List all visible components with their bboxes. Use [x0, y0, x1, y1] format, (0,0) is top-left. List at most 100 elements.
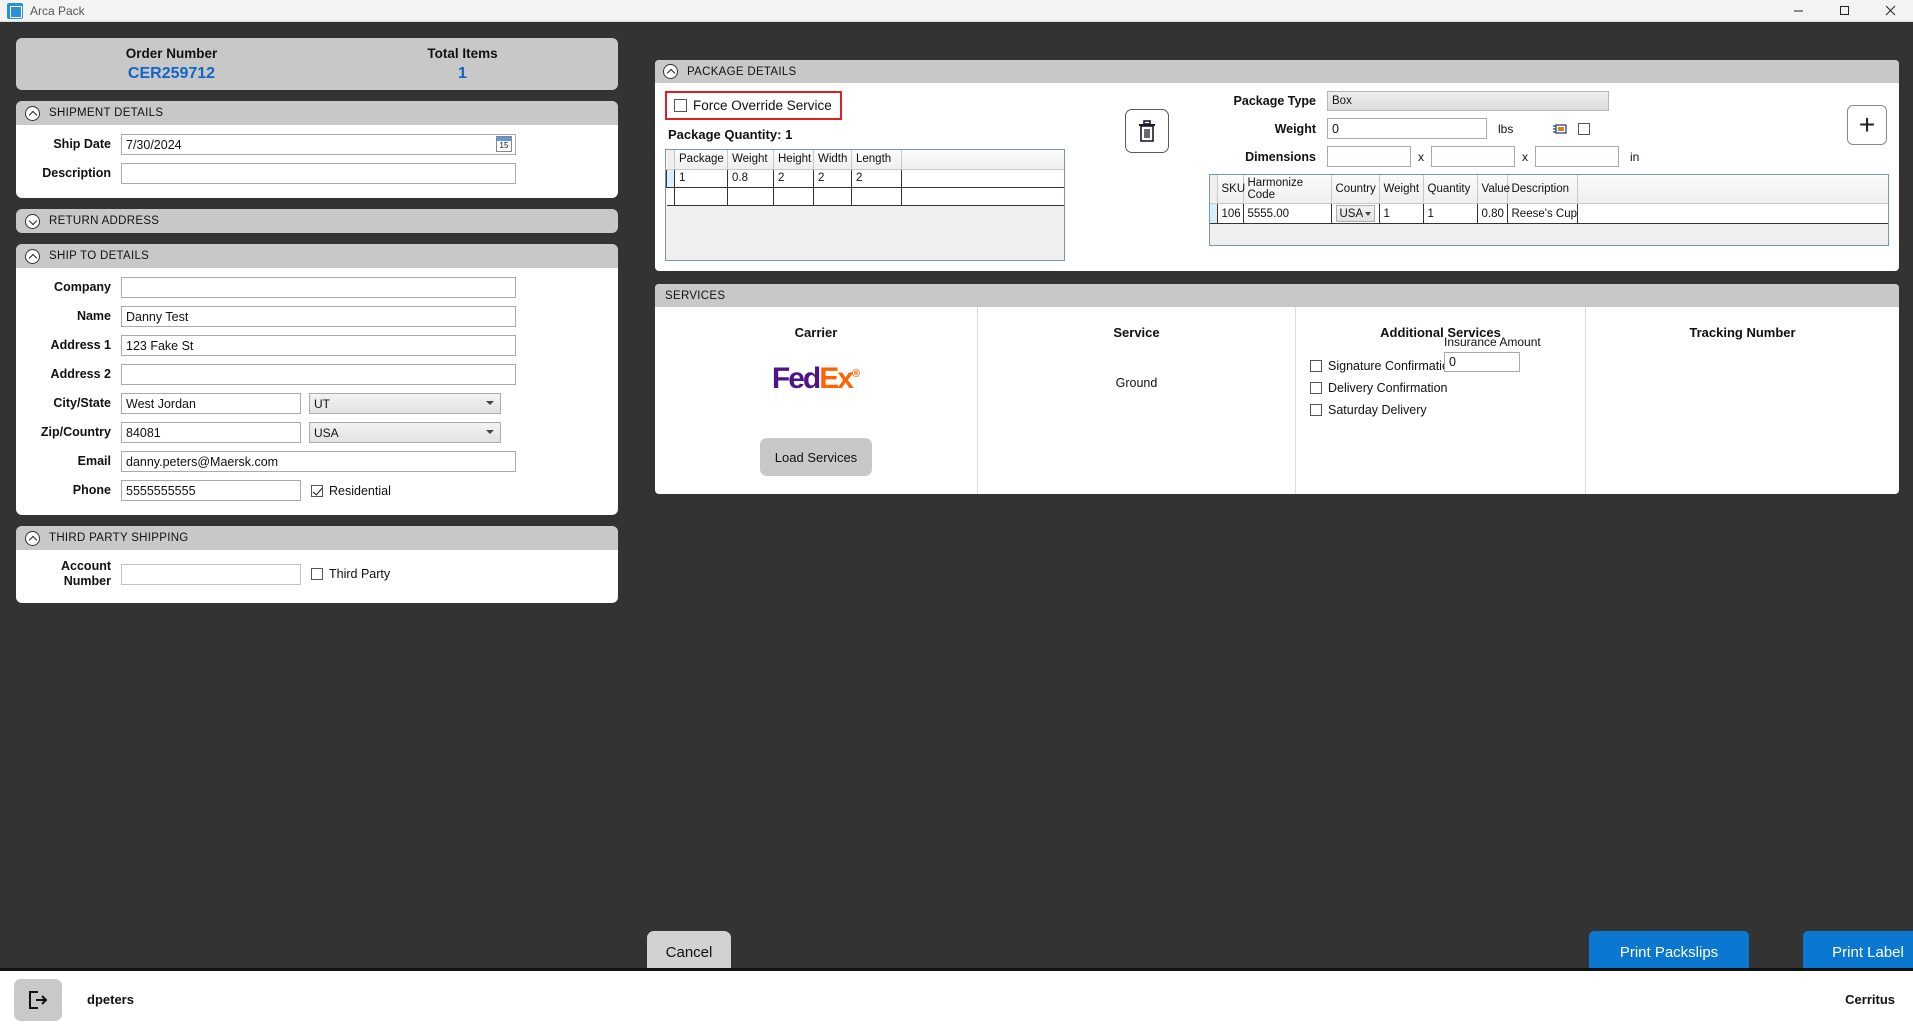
company-input[interactable] — [121, 277, 516, 298]
city-input[interactable]: West Jordan — [121, 393, 301, 414]
name-input[interactable]: Danny Test — [121, 306, 516, 327]
residential-checkbox[interactable] — [311, 484, 323, 497]
current-user-label: dpeters — [87, 992, 134, 1007]
fedex-logo-registered: ® — [851, 368, 861, 380]
email-input[interactable]: danny.peters@Maersk.com — [121, 451, 516, 472]
cell-package-empty[interactable] — [674, 186, 728, 206]
logout-button[interactable] — [14, 978, 62, 1021]
cell-value[interactable]: 0.80 — [1477, 203, 1508, 224]
dimensions-row: Dimensions x x in — [1209, 146, 1889, 167]
cell-height[interactable]: 2 — [773, 168, 814, 188]
cell-weight-empty[interactable] — [727, 186, 774, 206]
country-cell-select[interactable]: USA — [1335, 205, 1375, 222]
return-address-header[interactable]: RETURN ADDRESS — [16, 209, 618, 233]
force-override-service-row[interactable]: Force Override Service — [665, 91, 842, 120]
carrier-header: Carrier — [794, 325, 838, 340]
items-col-harmonize: Harmonize Code — [1243, 175, 1332, 204]
dimensions-separator-2: x — [1522, 149, 1528, 164]
city-state-label: City/State — [53, 396, 111, 410]
signature-confirmation-checkbox[interactable] — [1310, 360, 1322, 372]
row-selector[interactable] — [1210, 203, 1218, 224]
chevron-up-icon[interactable] — [25, 248, 40, 264]
account-number-input[interactable] — [121, 563, 301, 585]
address2-input[interactable] — [121, 364, 516, 385]
items-col-quantity: Quantity — [1423, 175, 1478, 204]
cell-package[interactable]: 1 — [674, 168, 728, 188]
account-number-label: Account Number — [18, 559, 121, 589]
chevron-up-icon[interactable] — [25, 530, 40, 546]
third-party-shipping-header[interactable]: THIRD PARTY SHIPPING — [16, 526, 618, 550]
third-party-checkbox-row[interactable]: Third Party — [311, 567, 390, 581]
weight-input[interactable]: 0 — [1327, 118, 1487, 139]
cell-length[interactable]: 2 — [851, 168, 902, 188]
items-table: SKU Harmonize Code Country Weight Quanti… — [1210, 175, 1888, 224]
saturday-delivery-row[interactable]: Saturday Delivery — [1310, 403, 1585, 417]
saturday-delivery-checkbox[interactable] — [1310, 404, 1322, 416]
description-row: Description — [18, 163, 606, 184]
residential-checkbox-row[interactable]: Residential — [311, 484, 391, 498]
service-column: Service Ground — [977, 307, 1295, 494]
scale-checkbox[interactable] — [1578, 122, 1591, 135]
table-row-empty[interactable] — [666, 186, 1064, 206]
cell-length-empty[interactable] — [851, 186, 902, 206]
chevron-down-icon — [486, 430, 494, 434]
chevron-down-icon[interactable] — [25, 213, 40, 229]
close-button[interactable] — [1867, 0, 1913, 22]
cell-weight[interactable]: 1 — [1379, 203, 1424, 224]
delivery-confirmation-row[interactable]: Delivery Confirmation — [1310, 381, 1585, 395]
zip-country-label: Zip/Country — [40, 425, 111, 439]
description-input[interactable] — [121, 163, 516, 184]
package-details-header[interactable]: PACKAGE DETAILS — [655, 60, 1899, 83]
packages-table-header-row: Package Weight Height Width Length — [666, 150, 1064, 170]
load-services-button[interactable]: Load Services — [760, 438, 872, 476]
cell-height-empty[interactable] — [773, 186, 814, 206]
delivery-confirmation-checkbox[interactable] — [1310, 382, 1322, 394]
service-value[interactable]: Ground — [978, 376, 1295, 390]
dimension-1-input[interactable] — [1327, 146, 1411, 167]
maximize-button[interactable] — [1821, 0, 1867, 22]
cell-sku[interactable]: 106 — [1217, 203, 1244, 224]
brand-label: Cerritus — [1845, 992, 1895, 1007]
shipment-details-header[interactable]: SHIPMENT DETAILS — [16, 101, 618, 125]
table-row[interactable]: 1 0.8 2 2 2 — [666, 168, 1064, 188]
force-override-service-checkbox[interactable] — [674, 99, 687, 112]
cell-description[interactable]: Reese's Cups — [1507, 203, 1578, 224]
description-label: Description — [42, 166, 111, 180]
chevron-up-icon[interactable] — [25, 105, 40, 121]
ship-to-details-header[interactable]: SHIP TO DETAILS — [16, 244, 618, 268]
total-items-cell: Total Items 1 — [317, 44, 608, 84]
state-select[interactable]: UT — [309, 393, 501, 414]
address1-input[interactable]: 123 Fake St — [121, 335, 516, 356]
dimensions-label: Dimensions — [1245, 149, 1316, 164]
minimize-button[interactable] — [1775, 0, 1821, 22]
row-selector[interactable] — [666, 168, 675, 188]
cell-width[interactable]: 2 — [813, 168, 852, 188]
cell-weight[interactable]: 0.8 — [727, 168, 774, 188]
package-type-select[interactable]: Box — [1327, 91, 1609, 111]
third-party-checkbox[interactable] — [311, 568, 323, 580]
add-package-button[interactable]: + — [1847, 105, 1887, 145]
cell-quantity[interactable]: 1 — [1423, 203, 1478, 224]
country-select[interactable]: USA — [309, 422, 501, 443]
delete-package-button[interactable] — [1125, 109, 1169, 153]
phone-input[interactable]: 5555555555 — [121, 480, 301, 501]
chevron-up-icon[interactable] — [663, 64, 678, 79]
zip-country-row: Zip/Country 84081 USA — [18, 422, 606, 443]
cell-country[interactable]: USA — [1331, 203, 1380, 224]
row-selector-empty[interactable] — [666, 186, 675, 206]
dimension-2-input[interactable] — [1431, 146, 1515, 167]
dimension-3-input[interactable] — [1535, 146, 1619, 167]
cell-harmonize-code[interactable]: 5555.00 — [1243, 203, 1332, 224]
insurance-amount-input[interactable]: 0 — [1444, 352, 1520, 372]
delivery-confirmation-label: Delivery Confirmation — [1328, 381, 1448, 395]
load-services-label: Load Services — [774, 449, 858, 465]
zip-input[interactable]: 84081 — [121, 422, 301, 443]
packages-col-length: Length — [851, 150, 902, 170]
items-col-sku: SKU — [1217, 175, 1245, 204]
ship-date-input[interactable]: 7/30/2024 — [121, 134, 516, 155]
calendar-icon[interactable]: 15 — [496, 136, 512, 152]
services-title: SERVICES — [665, 289, 726, 302]
cell-width-empty[interactable] — [813, 186, 852, 206]
tracking-number-column: Tracking Number — [1585, 307, 1899, 494]
table-row[interactable]: 106 5555.00 USA 1 1 0.80 Reese's Cups — [1210, 203, 1888, 224]
